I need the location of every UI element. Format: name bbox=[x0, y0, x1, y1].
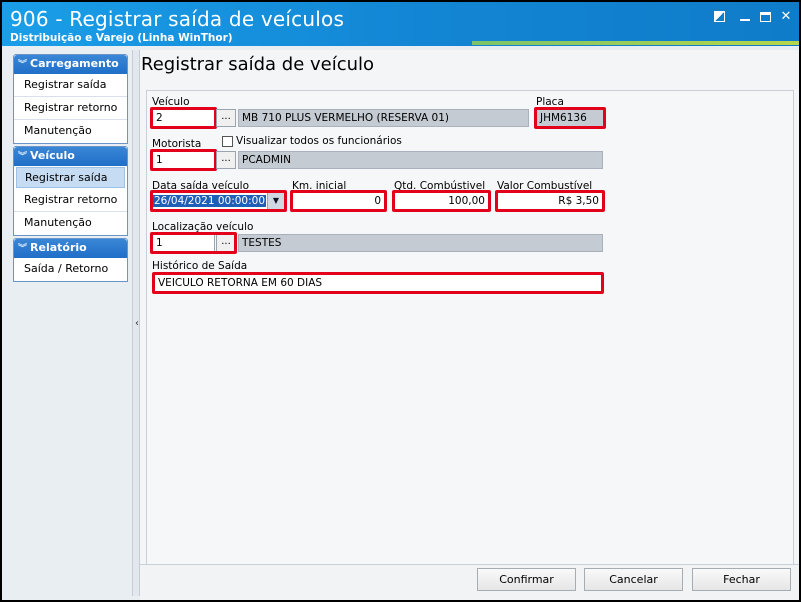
historico-label: Histórico de Saída bbox=[152, 260, 248, 272]
main-panel: Registrar saída de veículo Veículo 2 ...… bbox=[140, 50, 799, 600]
motorista-label: Motorista bbox=[152, 138, 202, 150]
placa-field[interactable]: JHM6136 bbox=[536, 109, 604, 127]
localizacao-description-field: TESTES bbox=[238, 234, 603, 252]
motorista-lookup-button[interactable]: ... bbox=[216, 151, 236, 169]
qtd-combustivel-input[interactable]: 100,00 bbox=[394, 192, 489, 210]
sidebar: ︾ Carregamento Registrar saída Registrar … bbox=[13, 54, 128, 284]
nav-group-veiculo: ︾ Veículo Registrar saída Registrar retor… bbox=[13, 146, 128, 236]
cancel-button[interactable]: Cancelar bbox=[584, 568, 683, 591]
nav-item-veiculo-registrar-retorno[interactable]: Registrar retorno bbox=[14, 189, 127, 212]
visualizar-todos-checkbox[interactable] bbox=[222, 136, 233, 147]
data-saida-value: 26/04/2021 00:00:00 bbox=[153, 195, 267, 207]
nav-item-carregamento-registrar-saida[interactable]: Registrar saída bbox=[14, 74, 127, 97]
nav-header-label: Carregamento bbox=[30, 57, 119, 70]
localizacao-code-input[interactable]: 1 bbox=[152, 234, 215, 252]
veiculo-label: Veículo bbox=[152, 96, 190, 108]
maximize-button[interactable] bbox=[757, 9, 773, 25]
nav-header-relatorio[interactable]: ︾ Relatório bbox=[14, 239, 127, 258]
historico-input[interactable]: VEICULO RETORNA EM 60 DIAS bbox=[154, 274, 602, 292]
minimize-button[interactable] bbox=[737, 9, 753, 25]
restore-icon bbox=[713, 11, 725, 22]
nav-header-label: Relatório bbox=[30, 241, 87, 254]
minimize-icon bbox=[740, 19, 750, 21]
maximize-icon bbox=[759, 12, 771, 22]
qtd-combustivel-label: Qtd. Combústivel bbox=[394, 180, 486, 192]
chevron-down-icon[interactable]: ▼ bbox=[267, 193, 284, 209]
localizacao-lookup-button[interactable]: ... bbox=[216, 234, 236, 252]
nav-header-veiculo[interactable]: ︾ Veículo bbox=[14, 147, 127, 166]
confirm-button[interactable]: Confirmar bbox=[477, 568, 576, 591]
valor-combustivel-label: Valor Combustível bbox=[497, 180, 593, 192]
nav-item-carregamento-manutencao[interactable]: Manutenção bbox=[14, 120, 127, 143]
title-bar: 906 - Registrar saída de veículos Distri… bbox=[2, 2, 799, 46]
app-window: 906 - Registrar saída de veículos Distri… bbox=[0, 0, 801, 602]
page-title: Registrar saída de veículo bbox=[141, 54, 375, 75]
collapse-chevron-icon: ︾ bbox=[18, 152, 28, 162]
collapse-chevron-icon: ︾ bbox=[18, 244, 28, 254]
restore-layout-button[interactable] bbox=[711, 9, 727, 25]
veiculo-description-field: MB 710 PLUS VERMELHO (RESERVA 01) bbox=[238, 109, 529, 127]
data-saida-label: Data saída veículo bbox=[152, 180, 250, 192]
collapse-chevron-icon: ︾ bbox=[18, 60, 28, 70]
veiculo-lookup-button[interactable]: ... bbox=[216, 109, 236, 127]
nav-header-carregamento[interactable]: ︾ Carregamento bbox=[14, 55, 127, 74]
placa-label: Placa bbox=[536, 96, 564, 108]
km-inicial-input[interactable]: 0 bbox=[292, 192, 385, 210]
localizacao-label: Localização veículo bbox=[152, 221, 254, 233]
motorista-name-field: PCADMIN bbox=[238, 151, 603, 169]
visualizar-todos-label: Visualizar todos os funcionários bbox=[236, 135, 402, 147]
window-subtitle: Distribuição e Varejo (Linha WinThor) bbox=[10, 32, 233, 44]
km-inicial-label: Km. inicial bbox=[292, 180, 347, 192]
nav-item-veiculo-manutencao[interactable]: Manutenção bbox=[14, 212, 127, 235]
data-saida-input[interactable]: 26/04/2021 00:00:00 ▼ bbox=[152, 192, 285, 210]
close-icon: ✕ bbox=[780, 9, 792, 24]
nav-group-carregamento: ︾ Carregamento Registrar saída Registrar … bbox=[13, 54, 128, 144]
valor-combustivel-input[interactable]: R$ 3,50 bbox=[497, 192, 603, 210]
nav-item-veiculo-registrar-saida[interactable]: Registrar saída bbox=[16, 167, 125, 188]
window-title: 906 - Registrar saída de veículos bbox=[10, 7, 345, 31]
panel-splitter[interactable]: ‹ bbox=[132, 50, 140, 596]
nav-item-relatorio-saida-retorno[interactable]: Saída / Retorno bbox=[14, 258, 127, 281]
nav-group-relatorio: ︾ Relatório Saída / Retorno bbox=[13, 238, 128, 282]
close-form-button[interactable]: Fechar bbox=[692, 568, 791, 591]
close-button[interactable]: ✕ bbox=[778, 9, 794, 25]
form-container: Veículo 2 ... MB 710 PLUS VERMELHO (RESE… bbox=[146, 90, 794, 600]
title-accent-stripe bbox=[472, 41, 799, 45]
motorista-code-input[interactable]: 1 bbox=[152, 151, 215, 169]
nav-header-label: Veículo bbox=[30, 149, 75, 162]
nav-item-carregamento-registrar-retorno[interactable]: Registrar retorno bbox=[14, 97, 127, 120]
veiculo-code-input[interactable]: 2 bbox=[152, 109, 215, 127]
